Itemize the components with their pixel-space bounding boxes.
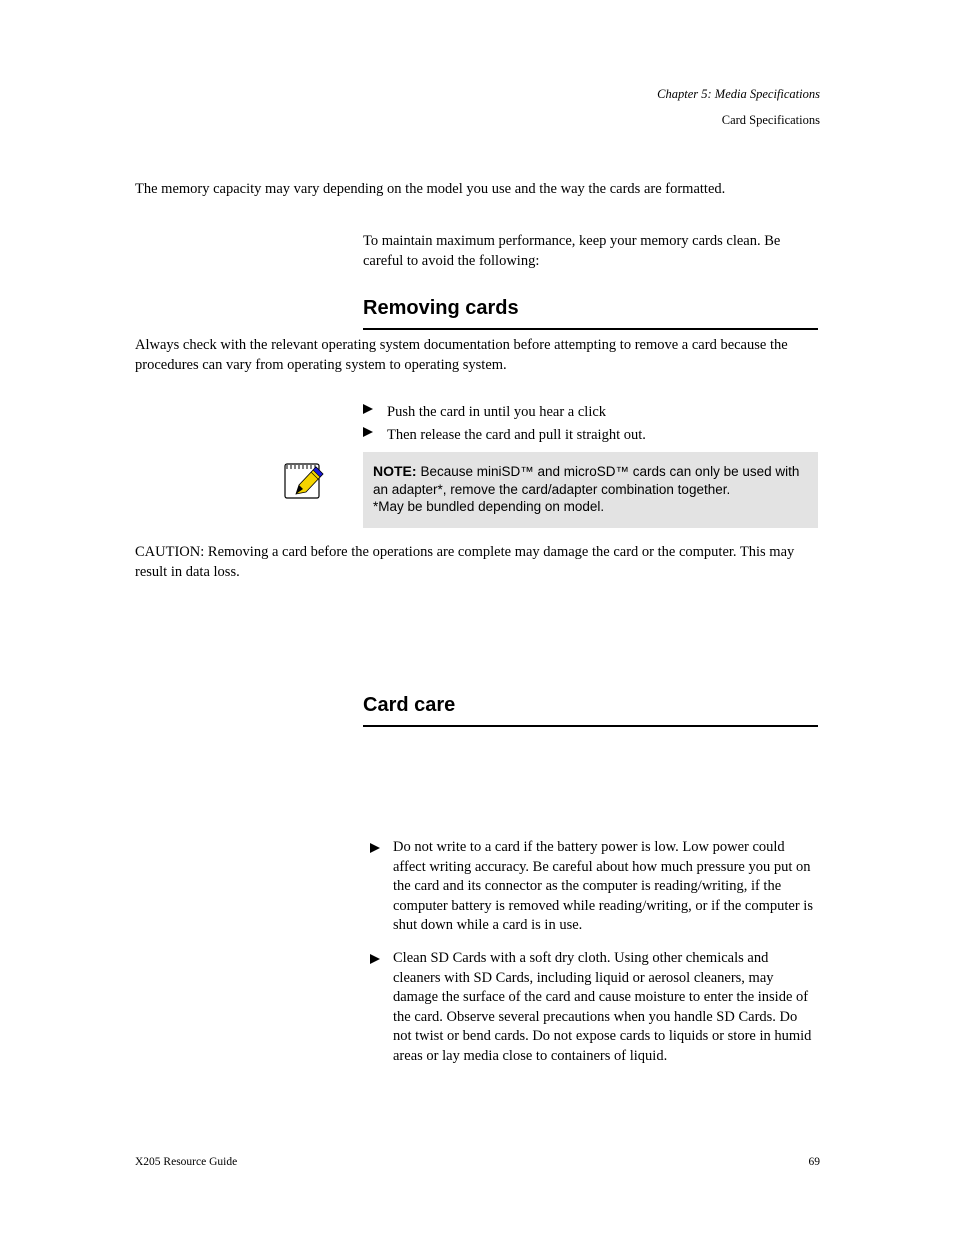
removing-cards-step-2: Then release the card and pull it straig… <box>387 426 818 446</box>
footer-doc-title: X205 Resource Guide <box>135 1155 237 1171</box>
triangle-icon <box>370 840 380 860</box>
card-care-item-1: Do not write to a card if the battery po… <box>393 839 813 933</box>
note-text: Because miniSD™ and microSD™ cards can o… <box>373 464 799 497</box>
triangle-icon <box>363 404 375 414</box>
list-item: Do not write to a card if the battery po… <box>393 838 818 936</box>
heading-card-care: Card care <box>363 692 818 727</box>
card-care-item-2-lead: Clean SD Cards with a soft dry cloth. <box>393 950 610 966</box>
card-care-item-1-lead: Do not write to a card if the battery po… <box>393 839 679 855</box>
removing-cards-step-1: Push the card in until you hear a click <box>387 403 818 423</box>
note-label: NOTE: <box>373 463 420 479</box>
intro-para-2: To maintain maximum performance, keep yo… <box>363 232 818 271</box>
heading-removing-cards: Removing cards <box>363 295 818 330</box>
notepad-icon <box>282 460 326 502</box>
header-chapter: Chapter 5: Media Specifications <box>657 86 820 103</box>
removing-cards-para-1: Always check with the relevant operating… <box>135 336 818 375</box>
caution-text: Removing a card before the operations ar… <box>135 544 794 580</box>
triangle-icon <box>370 951 380 971</box>
list-item: Push the card in until you hear a click <box>363 403 818 423</box>
triangle-icon <box>363 427 375 437</box>
card-care-item-2: Clean SD Cards with a soft dry cloth. Us… <box>393 950 811 1064</box>
note-box: NOTE: Because miniSD™ and microSD™ cards… <box>363 452 818 528</box>
removing-cards-caution: CAUTION: Removing a card before the oper… <box>135 543 818 582</box>
list-item: Then release the card and pull it straig… <box>363 426 818 446</box>
list-item: Clean SD Cards with a soft dry cloth. Us… <box>393 949 818 1066</box>
caution-label: CAUTION: <box>135 544 208 560</box>
header-section: Card Specifications <box>722 112 820 129</box>
card-care-item-2-rest: Using other chemicals and cleaners with … <box>393 950 811 1064</box>
footer-page-number: 69 <box>809 1155 821 1171</box>
intro-para-1: The memory capacity may vary depending o… <box>135 180 818 200</box>
note-footnote: *May be bundled depending on model. <box>373 499 604 514</box>
